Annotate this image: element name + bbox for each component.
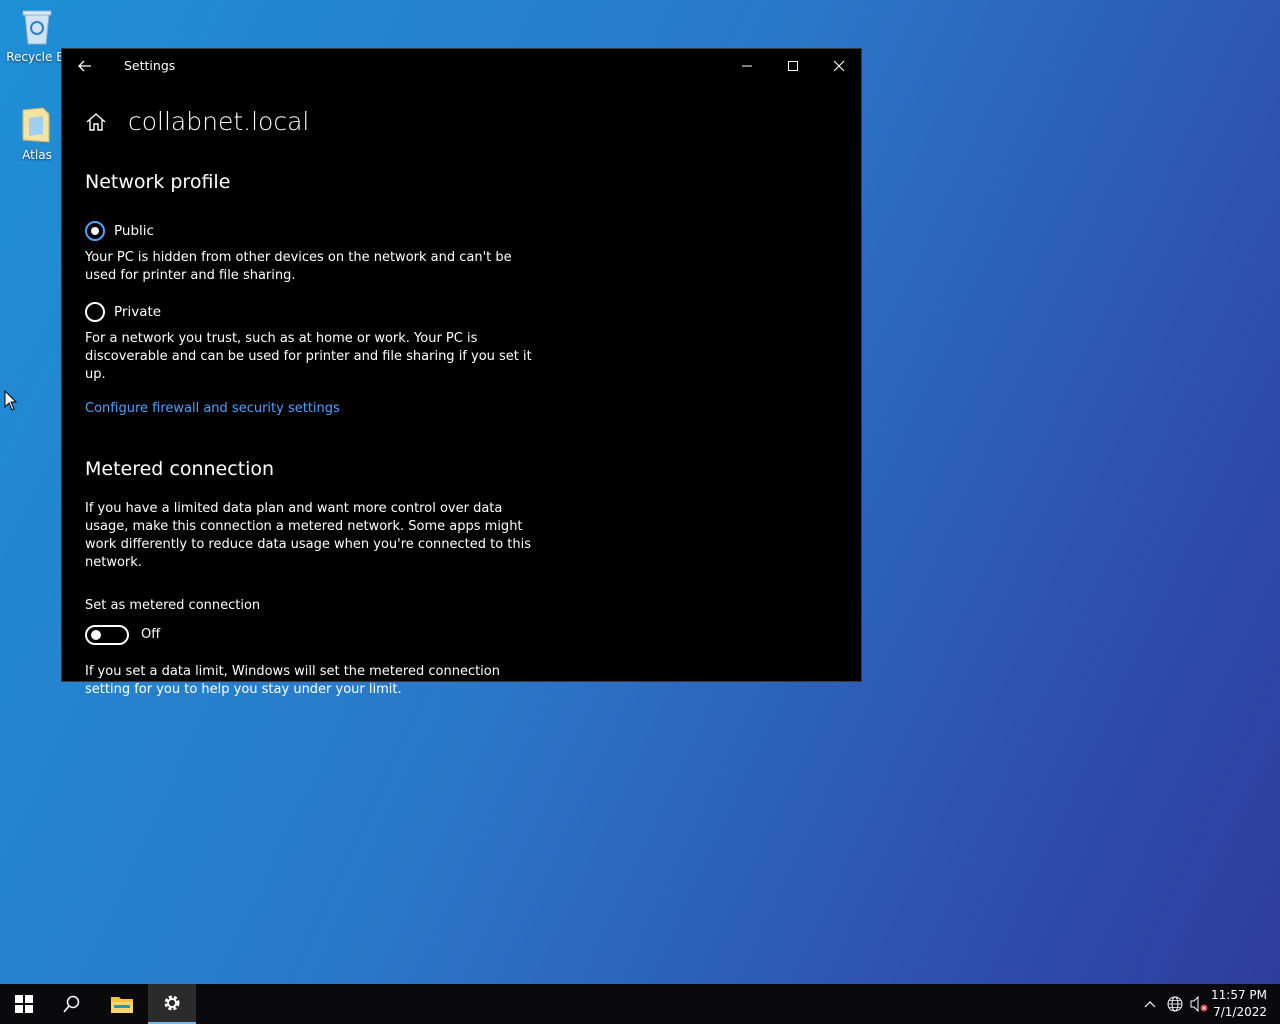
recycle-bin-icon xyxy=(19,6,55,46)
globe-icon xyxy=(1167,996,1183,1012)
speaker-muted-icon xyxy=(1190,996,1208,1012)
radio-label-private: Private xyxy=(114,304,162,320)
settings-content: Network profile Public Your PC is hidden… xyxy=(85,171,545,699)
public-description: Your PC is hidden from other devices on … xyxy=(85,250,512,283)
close-button[interactable] xyxy=(816,49,862,83)
gear-icon xyxy=(164,995,180,1011)
metered-toggle-switch[interactable] xyxy=(85,625,129,645)
volume-tray-button[interactable] xyxy=(1188,984,1210,1024)
taskbar-clock[interactable]: 11:57 PM 7/1/2022 xyxy=(1211,987,1267,1021)
maximize-icon xyxy=(788,61,798,71)
close-icon xyxy=(833,60,845,72)
home-icon[interactable] xyxy=(84,110,108,134)
radio-button-selected[interactable] xyxy=(85,221,105,241)
metered-toggle-row: Off xyxy=(85,625,545,645)
folder-icon xyxy=(111,997,133,1013)
metered-description: If you have a limited data plan and want… xyxy=(85,501,532,570)
minimize-icon xyxy=(742,65,752,67)
radio-private[interactable]: Private xyxy=(85,302,545,322)
windows-logo-icon xyxy=(15,995,33,1013)
file-explorer-button[interactable] xyxy=(98,984,146,1024)
clock-time: 11:57 PM xyxy=(1211,988,1267,1002)
metered-toggle-label: Set as metered connection xyxy=(85,598,261,613)
radio-public[interactable]: Public xyxy=(85,221,545,241)
settings-window: Settings collabnet.local Network profile… xyxy=(61,48,862,697)
back-button[interactable] xyxy=(74,55,96,77)
search-button[interactable] xyxy=(48,984,96,1024)
start-button[interactable] xyxy=(0,984,48,1024)
search-icon xyxy=(63,995,80,1013)
toggle-state-label: Off xyxy=(141,627,161,642)
network-tray-button[interactable] xyxy=(1164,984,1186,1024)
page-header: collabnet.local xyxy=(84,107,309,136)
page-title: collabnet.local xyxy=(128,107,310,136)
maximize-button[interactable] xyxy=(770,49,816,83)
chevron-up-icon xyxy=(1144,1001,1156,1008)
network-profile-heading: Network profile xyxy=(85,171,231,193)
data-limit-note: If you set a data limit, Windows will se… xyxy=(85,664,500,697)
taskbar: 11:57 PM 7/1/2022 xyxy=(0,984,1280,1024)
clock-date: 7/1/2022 xyxy=(1213,1005,1267,1019)
show-hidden-icons-button[interactable] xyxy=(1140,984,1160,1024)
radio-button-unselected[interactable] xyxy=(85,302,105,322)
metered-connection-heading: Metered connection xyxy=(85,458,275,480)
folder-icon xyxy=(19,104,55,144)
minimize-button[interactable] xyxy=(724,49,770,83)
title-bar: Settings xyxy=(62,49,861,83)
window-title: Settings xyxy=(124,58,176,73)
radio-label-public: Public xyxy=(114,223,154,239)
private-description: For a network you trust, such as at home… xyxy=(85,331,532,382)
back-arrow-icon xyxy=(78,60,91,72)
firewall-settings-link[interactable]: Configure firewall and security settings xyxy=(85,401,340,416)
settings-taskbar-button[interactable] xyxy=(148,984,196,1024)
mouse-cursor-icon xyxy=(4,389,18,412)
